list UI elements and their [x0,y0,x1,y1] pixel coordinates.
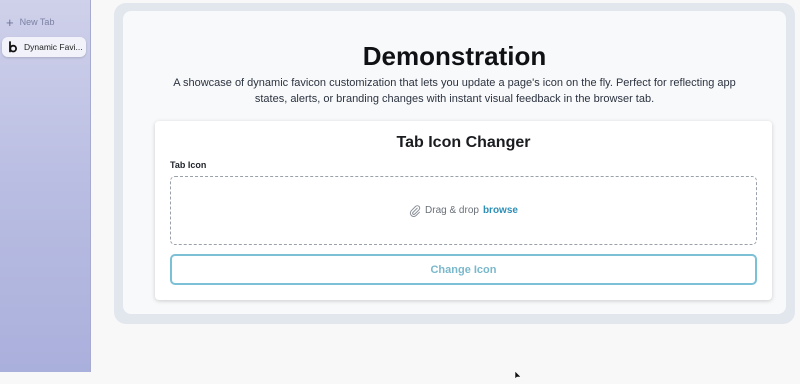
icon-dropzone[interactable]: Drag & drop browse [170,176,757,245]
new-tab-label: New Tab [19,17,55,27]
page-title: Demonstration [362,41,547,71]
sidebar: + New Tab Dynamic Favi... [0,0,91,372]
mouse-pointer-icon [514,366,522,380]
tab-dynamic-favicon[interactable]: Dynamic Favi... [2,37,86,57]
letter-b-favicon-icon [8,41,18,53]
drop-text: Drag & drop [425,205,479,216]
change-icon-button[interactable]: Change Icon [170,254,757,285]
new-tab-button[interactable]: + New Tab [6,14,54,30]
browse-link[interactable]: browse [483,205,518,216]
page-description: A showcase of dynamic favicon customizat… [173,77,736,105]
tab-icon-label: Tab Icon [170,160,207,170]
demo-card: Demonstration A showcase of dynamic favi… [123,11,786,314]
tab-icon-changer-panel: Tab Icon Changer Tab Icon Drag & drop br… [155,121,772,300]
paperclip-icon [409,204,421,217]
demo-frame: Demonstration A showcase of dynamic favi… [114,3,795,324]
tab-label: Dynamic Favi... [24,42,83,52]
plus-icon: + [6,14,14,30]
panel-title: Tab Icon Changer [396,134,531,151]
